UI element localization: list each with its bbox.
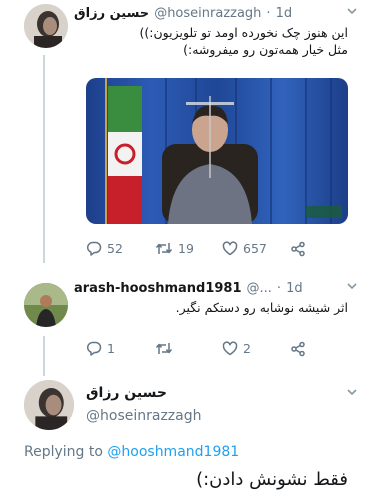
retweet-button[interactable]: 19 <box>155 241 194 256</box>
thread-line <box>43 336 45 376</box>
display-name[interactable]: حسین رزاق <box>86 385 167 401</box>
like-button[interactable]: 2 <box>222 341 251 356</box>
share-icon <box>291 241 305 257</box>
reply-icon <box>87 341 102 356</box>
retweet-icon <box>155 243 173 254</box>
share-button[interactable] <box>290 241 306 257</box>
thread-line <box>43 55 45 263</box>
share-button[interactable] <box>290 341 306 357</box>
chevron-down-icon[interactable] <box>346 5 358 20</box>
retweet-icon <box>155 343 173 354</box>
timestamp[interactable]: 1d <box>286 281 303 296</box>
display-name[interactable]: arash-hooshmand1981 <box>74 281 242 296</box>
avatar[interactable] <box>24 380 74 430</box>
user-handle[interactable]: @... <box>247 281 272 296</box>
replying-to: Replying to @hooshmand1981 <box>24 444 239 460</box>
tweet-media-image[interactable] <box>86 78 348 224</box>
tweet-text: اثر شیشه نوشابه رو دستکم نگیر. <box>175 300 348 315</box>
separator: · <box>266 5 271 21</box>
retweet-count: 19 <box>178 241 194 256</box>
display-name[interactable]: حسین رزاق <box>74 6 149 21</box>
retweet-button[interactable] <box>155 341 178 356</box>
tweet-header: حسین رزاق @hoseinrazzagh · 1d <box>74 4 344 22</box>
replying-to-label: Replying to <box>24 444 103 460</box>
reply-button[interactable]: 52 <box>86 241 123 256</box>
reply-count: 52 <box>107 241 123 256</box>
user-handle[interactable]: @hoseinrazzagh <box>86 408 201 424</box>
tweet-text: این هنوز چک نخورده اومد تو تلویزیون:)) م… <box>74 24 348 58</box>
avatar[interactable] <box>24 4 68 48</box>
reply-button[interactable]: 1 <box>86 341 115 356</box>
like-button[interactable]: 657 <box>222 241 267 256</box>
tweet-text-line: مثل خیار همه‌تون رو میفروشه:) <box>183 42 348 57</box>
tweet-header: arash-hooshmand1981 @... · 1d <box>74 279 344 297</box>
avatar[interactable] <box>24 283 68 327</box>
reply-count: 1 <box>107 341 115 356</box>
replying-to-handle-link[interactable]: @hooshmand1981 <box>107 444 239 460</box>
chevron-down-icon[interactable] <box>346 386 358 401</box>
timestamp[interactable]: 1d <box>276 6 293 21</box>
user-handle[interactable]: @hoseinrazzagh <box>154 6 261 21</box>
separator: · <box>276 280 282 296</box>
like-count: 2 <box>243 341 251 356</box>
tweet-text-line: این هنوز چک نخورده اومد تو تلویزیون:)) <box>139 25 348 40</box>
tweet-text: فقط نشونش دادن:) <box>196 469 348 490</box>
tv-screenshot <box>86 78 348 224</box>
like-count: 657 <box>243 241 267 256</box>
chevron-down-icon[interactable] <box>346 280 358 295</box>
like-icon <box>222 341 238 356</box>
reply-icon <box>87 241 102 256</box>
like-icon <box>222 241 238 256</box>
share-icon <box>291 341 305 357</box>
